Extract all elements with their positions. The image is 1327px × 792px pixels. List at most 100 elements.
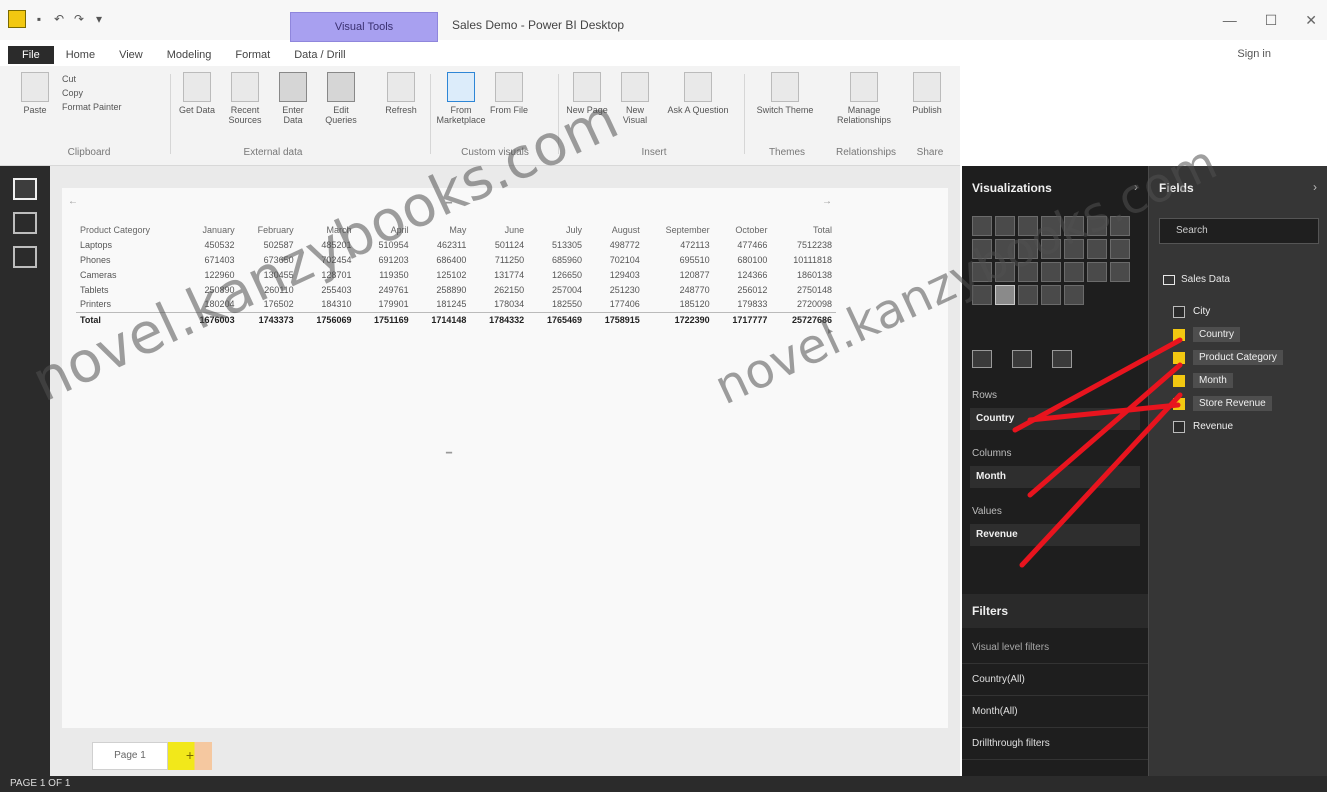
visual-type-icon[interactable]	[1087, 262, 1107, 282]
matrix-cell: 179901	[378, 299, 409, 310]
get-data-icon	[183, 72, 211, 102]
visual-type-icon[interactable]	[1064, 285, 1084, 305]
maximize-icon[interactable]: ☐	[1265, 12, 1278, 29]
publish-button[interactable]: Publish	[906, 72, 948, 115]
recent-sources-button[interactable]: Recent Sources	[224, 72, 266, 125]
matrix-header: Product Category	[80, 224, 151, 235]
switch-theme-button[interactable]: Switch Theme	[750, 72, 820, 115]
field-item[interactable]: Product Category	[1173, 346, 1283, 369]
redo-icon[interactable]: ↷	[72, 12, 86, 26]
well-field-rows[interactable]: Country	[970, 408, 1140, 430]
field-item[interactable]: City	[1173, 300, 1283, 323]
add-page-button[interactable]: +	[168, 742, 212, 770]
enter-data-button[interactable]: Enter Data	[272, 72, 314, 125]
save-icon[interactable]: ▪	[32, 12, 46, 26]
matrix-cell: 256012	[737, 284, 768, 295]
fields-well-icon[interactable]	[972, 350, 992, 368]
filter-section-visual-level: Visual level filters	[962, 632, 1148, 664]
manage-relationships-button[interactable]: Manage Relationships	[830, 72, 898, 125]
analytics-magnifier-icon[interactable]	[1052, 350, 1072, 368]
visual-type-icon[interactable]	[1018, 285, 1038, 305]
report-view-icon[interactable]	[13, 178, 37, 200]
filter-country[interactable]: Country(All)	[962, 664, 1148, 696]
collapse-fields-icon[interactable]: ›	[1313, 180, 1317, 194]
context-tab-visual-tools[interactable]: Visual Tools	[290, 12, 438, 42]
format-paint-roller-icon[interactable]	[1012, 350, 1032, 368]
field-item[interactable]: Store Revenue	[1173, 392, 1283, 415]
tab-home[interactable]: Home	[54, 46, 107, 64]
tab-file[interactable]: File	[8, 46, 54, 64]
well-field-values[interactable]: Revenue	[970, 524, 1140, 546]
ask-a-question-button[interactable]: Ask A Question	[662, 72, 734, 115]
edit-queries-button[interactable]: Edit Queries	[320, 72, 362, 125]
tab-view[interactable]: View	[107, 46, 155, 64]
sign-in-link[interactable]: Sign in	[1237, 48, 1271, 60]
filter-list: Visual level filters Country(All) Month(…	[962, 632, 1148, 760]
ribbon-group-refresh: Refresh	[380, 72, 426, 162]
field-checkbox[interactable]	[1173, 420, 1185, 433]
field-checkbox[interactable]	[1173, 374, 1185, 387]
page-tabs-bar: Page 1 +	[50, 736, 960, 776]
matrix-cell: 1751169	[355, 311, 413, 327]
from-marketplace-button[interactable]: From Marketplace	[436, 72, 486, 125]
window-controls: — ☐ ✕	[1223, 12, 1317, 29]
from-file-button[interactable]: From File	[488, 72, 530, 115]
field-item[interactable]: Country	[1173, 323, 1283, 346]
ribbon-group-relationships: Manage Relationships Relationships	[830, 72, 902, 162]
matrix-cell: 124366	[737, 269, 768, 280]
filter-drillthrough[interactable]: Drillthrough filters	[962, 728, 1148, 760]
new-visual-button[interactable]: New Visual	[614, 72, 656, 125]
paste-button[interactable]: Paste	[14, 72, 56, 115]
tab-data-drill[interactable]: Data / Drill	[282, 46, 357, 64]
format-painter-button[interactable]: Format Painter	[62, 100, 122, 114]
group-label: Themes	[768, 147, 806, 158]
matrix-cell: 685960	[551, 254, 582, 265]
report-page[interactable]: ← ━ → ━ ▸ Product Category January Febru…	[62, 188, 948, 728]
page-tab[interactable]: Page 1	[92, 742, 168, 770]
copy-button[interactable]: Copy	[62, 86, 122, 100]
field-checkbox[interactable]	[1173, 397, 1185, 410]
tab-modeling[interactable]: Modeling	[155, 46, 224, 64]
field-wells: Rows Country Columns Month Values Revenu…	[962, 386, 1148, 560]
group-label: Clipboard	[67, 147, 111, 158]
field-checkbox[interactable]	[1173, 328, 1185, 341]
visual-type-icon[interactable]	[1110, 262, 1130, 282]
minimize-icon[interactable]: —	[1223, 12, 1237, 29]
group-label: External data	[243, 147, 303, 158]
field-checkbox[interactable]	[1173, 305, 1185, 318]
field-checkbox[interactable]	[1173, 351, 1185, 364]
field-item[interactable]: Revenue	[1173, 415, 1283, 438]
close-icon[interactable]: ✕	[1305, 12, 1317, 29]
relationships-view-icon[interactable]	[13, 246, 37, 268]
back-arrow-icon[interactable]: ←	[68, 197, 78, 207]
expand-icon[interactable]: →	[822, 197, 832, 207]
cut-button[interactable]: Cut	[62, 72, 122, 86]
group-label: Relationships	[835, 147, 897, 158]
field-table-name: Sales Data	[1181, 274, 1230, 285]
field-table-sales-data[interactable]: Sales Data	[1163, 274, 1230, 285]
matrix-cell: 7512238	[796, 239, 832, 250]
window-title: Sales Demo - Power BI Desktop	[452, 18, 625, 32]
visual-type-icon[interactable]	[1041, 285, 1061, 305]
field-item[interactable]: Month	[1173, 369, 1283, 392]
tab-format[interactable]: Format	[223, 46, 282, 64]
visual-type-icon[interactable]	[1110, 239, 1130, 259]
title-bar: ▪ ↶ ↷ ▾ Visual Tools Sales Demo - Power …	[0, 0, 1327, 60]
filter-month[interactable]: Month(All)	[962, 696, 1148, 728]
well-field-columns[interactable]: Month	[970, 466, 1140, 488]
matrix-row[interactable]: Laptops 450532 502587 485201 510954 462311 501…	[76, 237, 836, 252]
matrix-cell: 711250	[494, 254, 525, 265]
data-view-icon[interactable]	[13, 212, 37, 234]
matrix-row[interactable]: Phones 671403 673650 702454 691203 686400 7112…	[76, 252, 836, 267]
resize-handle-bottom-icon[interactable]: ━	[446, 449, 454, 459]
matrix-cell: 686400	[436, 254, 467, 265]
table-icon	[279, 72, 307, 102]
customize-toolbar-icon[interactable]: ▾	[92, 12, 106, 26]
matrix-header: June	[504, 224, 525, 235]
undo-icon[interactable]: ↶	[52, 12, 66, 26]
matrix-cell: 695510	[679, 254, 710, 265]
refresh-button[interactable]: Refresh	[380, 72, 422, 115]
get-data-button[interactable]: Get Data	[176, 72, 218, 115]
fields-search-input[interactable]: Search	[1159, 218, 1319, 244]
visual-type-icon[interactable]	[1064, 262, 1084, 282]
